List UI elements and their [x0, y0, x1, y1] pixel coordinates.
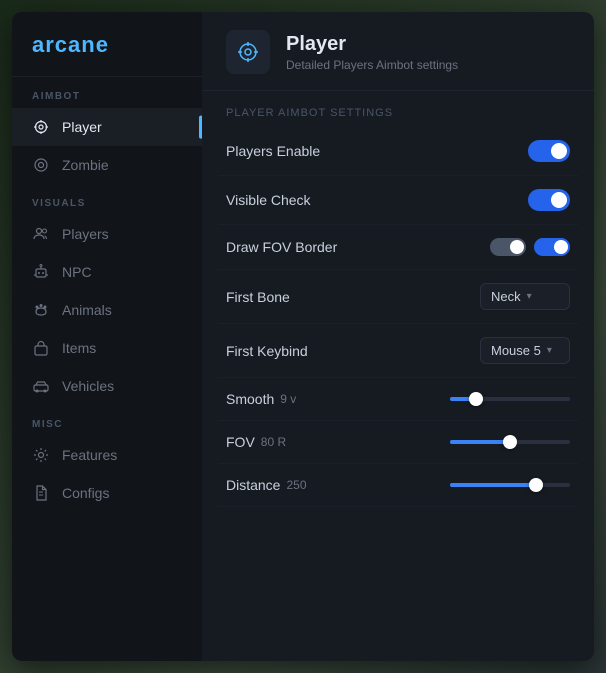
setting-label-players_enable: Players Enable: [226, 143, 320, 159]
chevron-down-icon-first_bone: ▾: [527, 291, 532, 302]
dropdown-first_keybind[interactable]: Mouse 5 ▾: [480, 337, 570, 364]
sidebar-item-label-features: Features: [62, 447, 117, 463]
dropdown-value-first_bone: Neck: [491, 289, 521, 304]
toggle-thumb-visible_check: [551, 192, 567, 208]
toggle-visible_check[interactable]: [528, 189, 570, 211]
setting-label-text-smooth: Smooth: [226, 391, 274, 407]
setting-label-fov: FOV 80 R: [226, 434, 286, 450]
sidebar-nav: AIMBOT Player Zombie VISUALS Players NPC Anima…: [12, 77, 202, 512]
sidebar-item-items[interactable]: Items: [12, 329, 202, 367]
car-icon: [32, 377, 50, 395]
sidebar-section-label-visuals: VISUALS: [12, 184, 202, 215]
setting-control-players_enable: [528, 140, 570, 162]
setting-label-first_keybind: First Keybind: [226, 343, 308, 359]
setting-control-visible_check: [528, 189, 570, 211]
slider-thumb-distance[interactable]: [529, 478, 543, 492]
page-title-group: Player Detailed Players Aimbot settings: [286, 33, 458, 72]
sidebar-item-zombie[interactable]: Zombie: [12, 146, 202, 184]
page-subtitle: Detailed Players Aimbot settings: [286, 58, 458, 72]
setting-row-players_enable: Players Enable: [218, 127, 578, 176]
page-header: Player Detailed Players Aimbot settings: [202, 12, 594, 91]
slider-track-fov[interactable]: [450, 440, 570, 444]
bag-icon: [32, 339, 50, 357]
sidebar: arcane AIMBOT Player Zombie VISUALS Players N…: [12, 12, 202, 661]
setting-label-visible_check: Visible Check: [226, 192, 311, 208]
sidebar-item-label-player: Player: [62, 119, 102, 135]
robot-icon: [32, 263, 50, 281]
setting-label-draw_fov_border: Draw FOV Border: [226, 239, 337, 255]
sidebar-section-label-misc: MISC: [12, 405, 202, 436]
sidebar-item-vehicles[interactable]: Vehicles: [12, 367, 202, 405]
sidebar-item-label-vehicles: Vehicles: [62, 378, 114, 394]
crosshair-icon: [236, 40, 260, 64]
setting-row-draw_fov_border: Draw FOV Border: [218, 225, 578, 270]
page-title: Player: [286, 33, 458, 56]
toggle-gray-draw_fov_border[interactable]: [490, 238, 526, 256]
sidebar-item-animals[interactable]: Animals: [12, 291, 202, 329]
setting-control-fov: [450, 440, 570, 444]
sidebar-item-label-players: Players: [62, 226, 109, 242]
setting-row-first_bone: First Bone Neck ▾: [218, 270, 578, 324]
setting-control-first_keybind: Mouse 5 ▾: [480, 337, 570, 364]
setting-control-draw_fov_border: [490, 238, 570, 256]
setting-row-first_keybind: First Keybind Mouse 5 ▾: [218, 324, 578, 378]
settings-section-label: Player Aimbot Settings: [202, 91, 594, 127]
slider-fill-distance: [450, 483, 536, 487]
dropdown-first_bone[interactable]: Neck ▾: [480, 283, 570, 310]
setting-label-distance: Distance 250: [226, 477, 307, 493]
logo-area: arcane: [12, 12, 202, 77]
sidebar-item-configs[interactable]: Configs: [12, 474, 202, 512]
logo: arcane: [32, 32, 109, 57]
setting-inline-value-smooth: 9 v: [280, 392, 296, 406]
setting-control-first_bone: Neck ▾: [480, 283, 570, 310]
sidebar-item-label-zombie: Zombie: [62, 157, 109, 173]
gear-icon: [32, 446, 50, 464]
sidebar-item-label-configs: Configs: [62, 485, 109, 501]
slider-thumb-smooth[interactable]: [469, 392, 483, 406]
sidebar-item-label-animals: Animals: [62, 302, 112, 318]
setting-label-text-distance: Distance: [226, 477, 280, 493]
sidebar-item-label-items: Items: [62, 340, 96, 356]
setting-label-smooth: Smooth 9 v: [226, 391, 296, 407]
slider-fill-fov: [450, 440, 510, 444]
sidebar-item-features[interactable]: Features: [12, 436, 202, 474]
paw-icon: [32, 301, 50, 319]
toggle-blue-thumb-draw_fov_border: [554, 240, 568, 254]
setting-row-distance: Distance 250: [218, 464, 578, 507]
setting-inline-value-distance: 250: [286, 478, 306, 492]
setting-label-text-fov: FOV: [226, 434, 255, 450]
sidebar-item-label-npc: NPC: [62, 264, 92, 280]
toggle-gray-thumb-draw_fov_border: [510, 240, 524, 254]
setting-row-smooth: Smooth 9 v: [218, 378, 578, 421]
setting-control-smooth: [450, 397, 570, 401]
setting-control-distance: [450, 483, 570, 487]
setting-row-visible_check: Visible Check: [218, 176, 578, 225]
sidebar-item-npc[interactable]: NPC: [12, 253, 202, 291]
dropdown-value-first_keybind: Mouse 5: [491, 343, 541, 358]
slider-track-distance[interactable]: [450, 483, 570, 487]
toggle-thumb-players_enable: [551, 143, 567, 159]
main-content: Player Detailed Players Aimbot settings …: [202, 12, 594, 661]
setting-inline-value-fov: 80 R: [261, 435, 286, 449]
sidebar-item-player[interactable]: Player: [12, 108, 202, 146]
settings-list: Players Enable Visible Check Draw FOV Bord…: [202, 127, 594, 507]
toggle-players_enable[interactable]: [528, 140, 570, 162]
app-container: arcane AIMBOT Player Zombie VISUALS Players N…: [12, 12, 594, 661]
file-icon: [32, 484, 50, 502]
setting-label-first_bone: First Bone: [226, 289, 290, 305]
target-icon: [32, 156, 50, 174]
toggle-blue-draw_fov_border[interactable]: [534, 238, 570, 256]
crosshair-icon: [32, 118, 50, 136]
sidebar-item-players[interactable]: Players: [12, 215, 202, 253]
slider-thumb-fov[interactable]: [503, 435, 517, 449]
chevron-down-icon-first_keybind: ▾: [547, 345, 552, 356]
sidebar-section-label-aimbot: AIMBOT: [12, 77, 202, 108]
setting-row-fov: FOV 80 R: [218, 421, 578, 464]
slider-track-smooth[interactable]: [450, 397, 570, 401]
users-icon: [32, 225, 50, 243]
page-icon: [226, 30, 270, 74]
